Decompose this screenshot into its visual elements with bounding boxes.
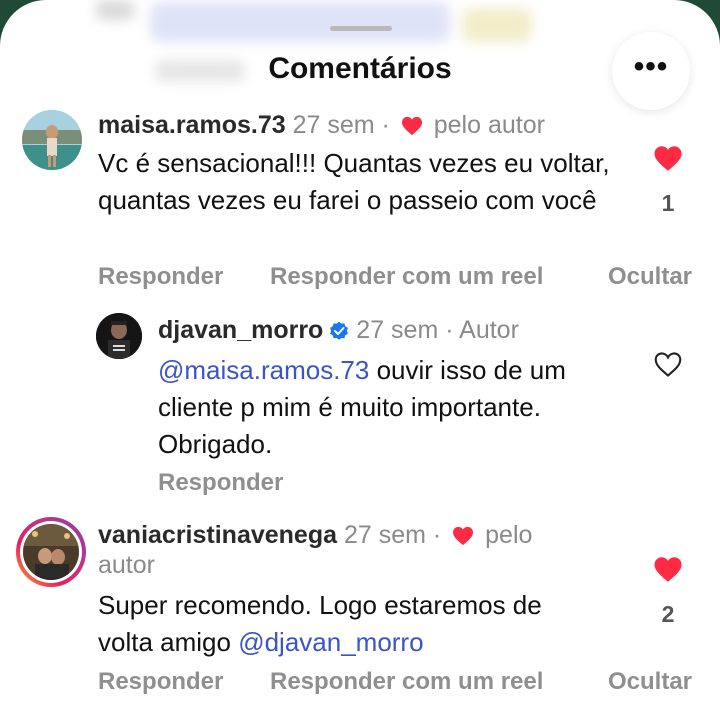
avatar-image bbox=[96, 313, 142, 359]
comment-text: Vc é sensacional!!! Quantas vezes eu vol… bbox=[98, 148, 610, 215]
comment-actions: Responder Responder com um reel Ocultar bbox=[98, 668, 692, 696]
avatar-story-ring[interactable] bbox=[16, 517, 86, 587]
like-heart-icon[interactable] bbox=[653, 145, 683, 172]
like-count: 2 bbox=[661, 601, 675, 627]
hide-button[interactable]: Ocultar bbox=[608, 668, 692, 696]
reply-button[interactable]: Responder bbox=[158, 469, 283, 496]
more-icon: ••• bbox=[633, 50, 669, 83]
blurred-background bbox=[95, 0, 135, 20]
timestamp: 27 sem bbox=[343, 521, 426, 549]
blurred-background bbox=[462, 8, 532, 42]
avatar-image bbox=[23, 524, 79, 580]
separator: · bbox=[432, 521, 442, 549]
comment-meta: vaniacristinavenega 27 sem · pelo bbox=[98, 520, 532, 550]
username[interactable]: maisa.ramos.73 bbox=[98, 111, 286, 139]
liked-by-author-label: pelo bbox=[485, 521, 533, 549]
username[interactable]: djavan_morro bbox=[158, 316, 323, 344]
liked-by-author-heart-icon bbox=[453, 526, 474, 546]
drag-handle[interactable] bbox=[330, 26, 392, 31]
comment-text: @maisa.ramos.73 ouvir isso de um cliente… bbox=[158, 352, 608, 463]
username[interactable]: vaniacristinavenega bbox=[98, 521, 337, 549]
more-options-button[interactable]: ••• bbox=[612, 32, 690, 110]
mention-link[interactable]: @djavan_morro bbox=[238, 627, 423, 657]
blurred-background bbox=[150, 2, 450, 42]
verified-badge-icon bbox=[330, 321, 349, 340]
timestamp: 27 sem bbox=[356, 316, 439, 344]
author-tag: Autor bbox=[459, 316, 519, 344]
comment-meta: djavan_morro 27 sem · Autor bbox=[158, 315, 519, 345]
separator: · bbox=[445, 316, 454, 344]
comment-actions: Responder Responder com um reel Ocultar bbox=[98, 263, 692, 291]
like-heart-icon[interactable] bbox=[653, 556, 683, 583]
comment-text: Super recomendo. Logo estaremos de volta… bbox=[98, 587, 598, 661]
timestamp: 27 sem bbox=[292, 111, 375, 139]
comment-actions: Responder bbox=[158, 469, 283, 497]
comments-sheet: Comentários ••• maisa.ramos.73 27 sem · … bbox=[0, 0, 720, 707]
like-count: 1 bbox=[661, 190, 675, 216]
reply-button[interactable]: Responder bbox=[98, 668, 223, 695]
liked-by-author-heart-icon bbox=[401, 116, 422, 136]
avatar[interactable] bbox=[96, 313, 142, 359]
like-heart-outline-icon[interactable] bbox=[653, 351, 683, 378]
reply-with-reel-button[interactable]: Responder com um reel bbox=[270, 668, 543, 696]
liked-by-author-label-continued: autor bbox=[98, 551, 155, 579]
liked-by-author-label: pelo autor bbox=[433, 111, 545, 139]
avatar[interactable] bbox=[22, 110, 82, 170]
avatar-image bbox=[22, 110, 82, 170]
hide-button[interactable]: Ocultar bbox=[608, 263, 692, 291]
comment-meta: maisa.ramos.73 27 sem · pelo autor bbox=[98, 110, 545, 140]
mention-link[interactable]: @maisa.ramos.73 bbox=[158, 355, 369, 385]
reply-with-reel-button[interactable]: Responder com um reel bbox=[270, 263, 543, 291]
avatar bbox=[23, 524, 79, 580]
separator: · bbox=[381, 111, 390, 139]
reply-button[interactable]: Responder bbox=[98, 263, 223, 290]
